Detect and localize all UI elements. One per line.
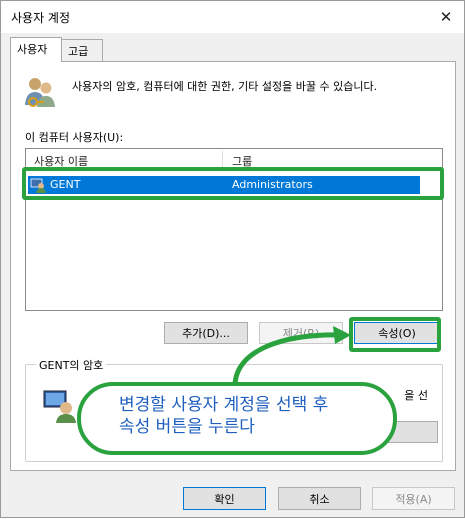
close-button[interactable]: ✕: [434, 5, 458, 29]
ok-button[interactable]: 확인: [183, 487, 266, 510]
user-accounts-window: 사용자 계정 ✕ 사용자 고급 사용자의 암호, 컴퓨터에 대한 권한, 기타 …: [0, 0, 465, 518]
row-group: Administrators: [232, 178, 313, 191]
tab-advanced-label: 고급: [68, 45, 89, 58]
remove-button[interactable]: 제거(R): [259, 322, 343, 344]
tab-advanced[interactable]: 고급: [61, 39, 103, 61]
user-list[interactable]: 사용자 이름 그룹 GENT Administrators: [25, 148, 443, 311]
list-headers: 사용자 이름 그룹: [26, 149, 442, 171]
user-row-icon: [30, 178, 46, 193]
password-user-icon: [43, 390, 76, 423]
column-header-group[interactable]: 그룹: [232, 153, 252, 169]
add-button[interactable]: 추가(D)...: [164, 322, 248, 344]
window-title: 사용자 계정: [11, 11, 71, 25]
password-group-label: GENT의 암호: [36, 357, 107, 373]
users-icon: [25, 78, 55, 107]
title-bar: 사용자 계정 ✕: [1, 1, 464, 33]
table-row[interactable]: GENT Administrators: [28, 176, 420, 194]
info-text: 사용자의 암호, 컴퓨터에 대한 권한, 기타 설정을 바꿀 수 있습니다.: [72, 80, 378, 93]
tab-users-label: 사용자: [17, 43, 48, 56]
row-username: GENT: [50, 178, 81, 191]
apply-button[interactable]: 적용(A): [372, 487, 455, 510]
password-group-text: 을 선: [404, 389, 428, 402]
instruction-callout: 변경할 사용자 계정을 선택 후 속성 버튼을 누른다: [77, 382, 397, 455]
properties-button[interactable]: 속성(O): [354, 322, 440, 344]
tab-users[interactable]: 사용자: [10, 37, 62, 62]
column-divider[interactable]: [222, 151, 223, 169]
close-icon: ✕: [439, 8, 453, 26]
column-header-username[interactable]: 사용자 이름: [34, 153, 88, 169]
cancel-button[interactable]: 취소: [278, 487, 361, 510]
callout-text: 변경할 사용자 계정을 선택 후 속성 버튼을 누른다: [119, 395, 329, 437]
user-list-label: 이 컴퓨터 사용자(U):: [25, 131, 124, 144]
